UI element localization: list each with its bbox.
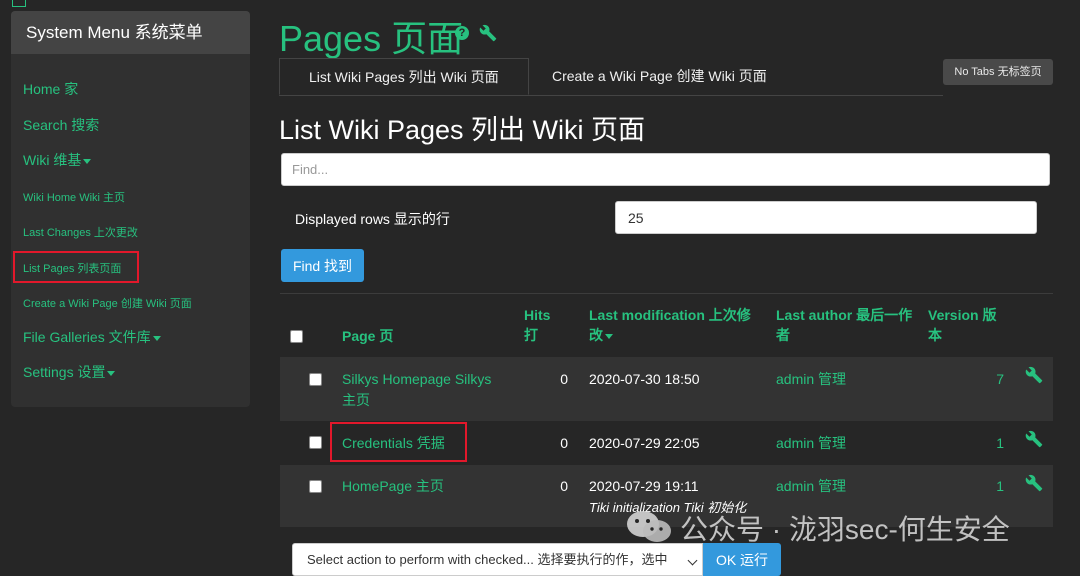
menu-item-search[interactable]: Search 搜索 [23,115,99,135]
menu-item-wiki-home[interactable]: Wiki Home Wiki 主页 [23,189,125,205]
tab-create-wiki-page[interactable]: Create a Wiki Page 创建 Wiki 页面 [532,58,787,95]
table-row: Silkys Homepage Silkys 主页 0 2020-07-30 18… [280,357,1053,421]
no-tabs-button[interactable]: No Tabs 无标签页 [943,59,1053,85]
last-modification-value: 2020-07-30 18:50 [589,371,700,387]
find-button[interactable]: Find 找到 [281,249,364,282]
menu-item-create-wiki-page[interactable]: Create a Wiki Page 创建 Wiki 页面 [23,295,192,311]
last-modification-value: 2020-07-29 22:05 [589,435,700,451]
column-header-last-modification[interactable]: Last modification 上次修改 [589,305,751,345]
caret-down-icon [83,158,92,164]
row-checkbox[interactable] [309,480,322,493]
last-modification-value: 2020-07-29 19:11 [589,478,699,494]
column-header-last-author[interactable]: Last author 最后一作者 [776,305,912,345]
chevron-down-icon [687,555,698,566]
wrench-icon[interactable] [1025,474,1043,492]
row-checkbox[interactable] [309,373,322,386]
system-menu: System Menu 系统菜单 Home 家 Search 搜索 Wiki 维… [11,11,250,407]
column-header-page[interactable]: Page 页 [342,326,393,346]
author-link[interactable]: admin 管理 [776,476,846,497]
page-title: Pages 页面 [279,18,464,59]
system-menu-title: System Menu 系统菜单 [11,11,250,54]
top-corner-icon [12,0,26,7]
highlight-annotation-credentials [330,422,467,462]
title-icons: ? [455,24,497,42]
menu-item-last-changes[interactable]: Last Changes 上次更改 [23,224,138,240]
hits-value: 0 [560,435,568,451]
menu-item-home[interactable]: Home 家 [23,79,78,99]
version-link[interactable]: 1 [970,476,1004,497]
section-title: List Wiki Pages 列出 Wiki 页面 [279,115,646,145]
caret-down-icon [152,335,161,341]
displayed-rows-input[interactable] [615,201,1037,234]
caret-down-icon [107,370,116,376]
wechat-icon [627,511,671,542]
menu-item-wiki[interactable]: Wiki 维基 [23,150,92,170]
wiki-pages-table: Page 页 Hits 打 Last modification 上次修改 Last… [280,293,1053,527]
menu-item-file-galleries[interactable]: File Galleries 文件库 [23,327,161,347]
tab-list-wiki-pages[interactable]: List Wiki Pages 列出 Wiki 页面 [279,58,529,95]
page-link[interactable]: Silkys Homepage Silkys 主页 [342,369,502,411]
version-link[interactable]: 7 [970,369,1004,390]
watermark-text: 公众号 · 泷羽sec-何生安全 [680,514,1010,545]
wrench-icon[interactable] [1025,366,1043,384]
highlight-annotation-list-pages [13,251,139,283]
hits-value: 0 [560,371,568,387]
row-checkbox[interactable] [309,436,322,449]
displayed-rows-label: Displayed rows 显示的行 [295,211,450,227]
wrench-icon[interactable] [479,24,497,42]
action-select[interactable]: Select action to perform with checked...… [292,543,703,576]
table-header: Page 页 Hits 打 Last modification 上次修改 Last… [280,293,1053,358]
select-all-checkbox[interactable] [290,330,303,343]
wrench-icon[interactable] [1025,430,1043,448]
tab-bar: List Wiki Pages 列出 Wiki 页面 Create a Wiki… [279,58,943,96]
menu-item-settings[interactable]: Settings 设置 [23,362,116,382]
help-icon[interactable]: ? [455,26,469,40]
column-header-hits[interactable]: Hits 打 [524,305,550,345]
author-link[interactable]: admin 管理 [776,369,846,390]
sort-desc-icon [605,333,613,339]
hits-value: 0 [560,478,568,494]
column-header-version[interactable]: Version 版本 [928,305,996,345]
find-input[interactable] [281,153,1050,186]
page-link[interactable]: HomePage 主页 [342,476,444,497]
version-link[interactable]: 1 [970,433,1004,454]
author-link[interactable]: admin 管理 [776,433,846,454]
